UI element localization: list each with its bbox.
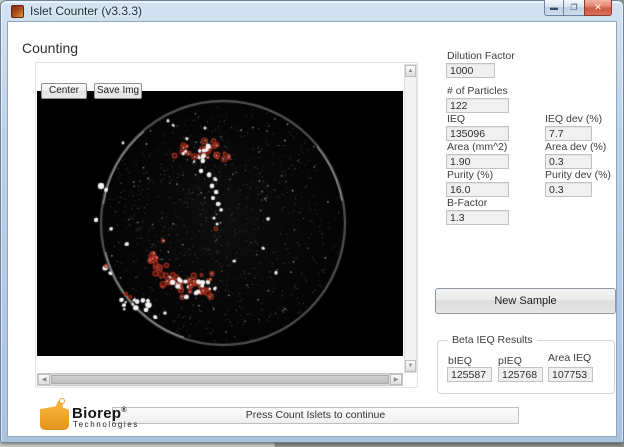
scrollbar-thumb[interactable] bbox=[51, 375, 389, 384]
purity-dev-label: Purity dev (%) bbox=[545, 169, 611, 181]
close-button[interactable]: ✕ bbox=[584, 0, 612, 16]
scroll-down-icon[interactable]: ▼ bbox=[405, 360, 416, 372]
app-icon bbox=[11, 5, 24, 18]
bfactor-field[interactable] bbox=[446, 210, 509, 225]
islet-image[interactable] bbox=[37, 91, 403, 356]
area-dev-field[interactable] bbox=[545, 154, 592, 169]
horizontal-scrollbar[interactable]: ◀ ▶ bbox=[37, 373, 403, 386]
area-field[interactable] bbox=[446, 154, 509, 169]
pieq-field[interactable] bbox=[498, 367, 543, 382]
scroll-left-icon[interactable]: ◀ bbox=[38, 374, 50, 385]
status-bar: Press Count Islets to continue bbox=[112, 407, 519, 424]
registered-mark: ® bbox=[121, 407, 126, 414]
ieq-label: IEQ bbox=[447, 113, 465, 125]
area-ieq-field[interactable] bbox=[548, 367, 593, 382]
dish-canvas bbox=[37, 91, 403, 356]
purity-dev-field[interactable] bbox=[545, 182, 592, 197]
bfactor-label: B-Factor bbox=[447, 197, 487, 209]
maximize-button[interactable]: ❐ bbox=[564, 0, 584, 16]
title-bar[interactable]: Islet Counter (v3.3.3) ▬ ❐ ✕ bbox=[0, 0, 624, 22]
save-img-button[interactable]: Save Img bbox=[94, 83, 142, 99]
biorep-logo: Biorep® Technologies bbox=[38, 397, 148, 433]
app-window: Islet Counter (v3.3.3) ▬ ❐ ✕ Counting Ce… bbox=[0, 0, 624, 443]
purity-field[interactable] bbox=[446, 182, 509, 197]
area-label: Area (mm^2) bbox=[447, 141, 507, 153]
brand-sub: Technologies bbox=[73, 420, 139, 429]
biorep-ring-icon bbox=[59, 398, 65, 404]
minimize-button[interactable]: ▬ bbox=[544, 0, 564, 16]
bieq-field[interactable] bbox=[447, 367, 492, 382]
particles-label: # of Particles bbox=[447, 85, 508, 97]
vertical-scrollbar[interactable]: ▲ ▼ bbox=[404, 64, 417, 373]
bieq-label: bIEQ bbox=[448, 355, 472, 367]
dilution-factor-label: Dilution Factor bbox=[447, 50, 515, 62]
scroll-up-icon[interactable]: ▲ bbox=[405, 65, 416, 77]
page-title: Counting bbox=[22, 40, 78, 56]
area-dev-label: Area dev (%) bbox=[545, 141, 606, 153]
caption-buttons: ▬ ❐ ✕ bbox=[544, 0, 612, 16]
beta-ieq-title: Beta IEQ Results bbox=[448, 334, 537, 346]
pieq-label: pIEQ bbox=[498, 355, 522, 367]
window-title: Islet Counter (v3.3.3) bbox=[30, 4, 142, 18]
image-viewer-panel: Center Save Img ▲ ▼ ◀ ▶ bbox=[35, 62, 418, 388]
scroll-right-icon[interactable]: ▶ bbox=[390, 374, 402, 385]
purity-label: Purity (%) bbox=[447, 169, 493, 181]
ieq-dev-field[interactable] bbox=[545, 126, 592, 141]
dilution-factor-field[interactable] bbox=[446, 63, 495, 78]
client-area: Counting Center Save Img ▲ ▼ ◀ ▶ Dilutio… bbox=[8, 22, 616, 436]
particles-field[interactable] bbox=[446, 98, 509, 113]
beta-ieq-group: Beta IEQ Results bIEQ pIEQ Area IEQ bbox=[437, 340, 615, 394]
new-sample-button[interactable]: New Sample bbox=[435, 288, 616, 314]
biorep-hand-icon bbox=[40, 401, 69, 430]
center-button[interactable]: Center bbox=[41, 83, 87, 99]
area-ieq-label: Area IEQ bbox=[548, 352, 591, 364]
ieq-dev-label: IEQ dev (%) bbox=[545, 113, 602, 125]
ieq-field[interactable] bbox=[446, 126, 509, 141]
